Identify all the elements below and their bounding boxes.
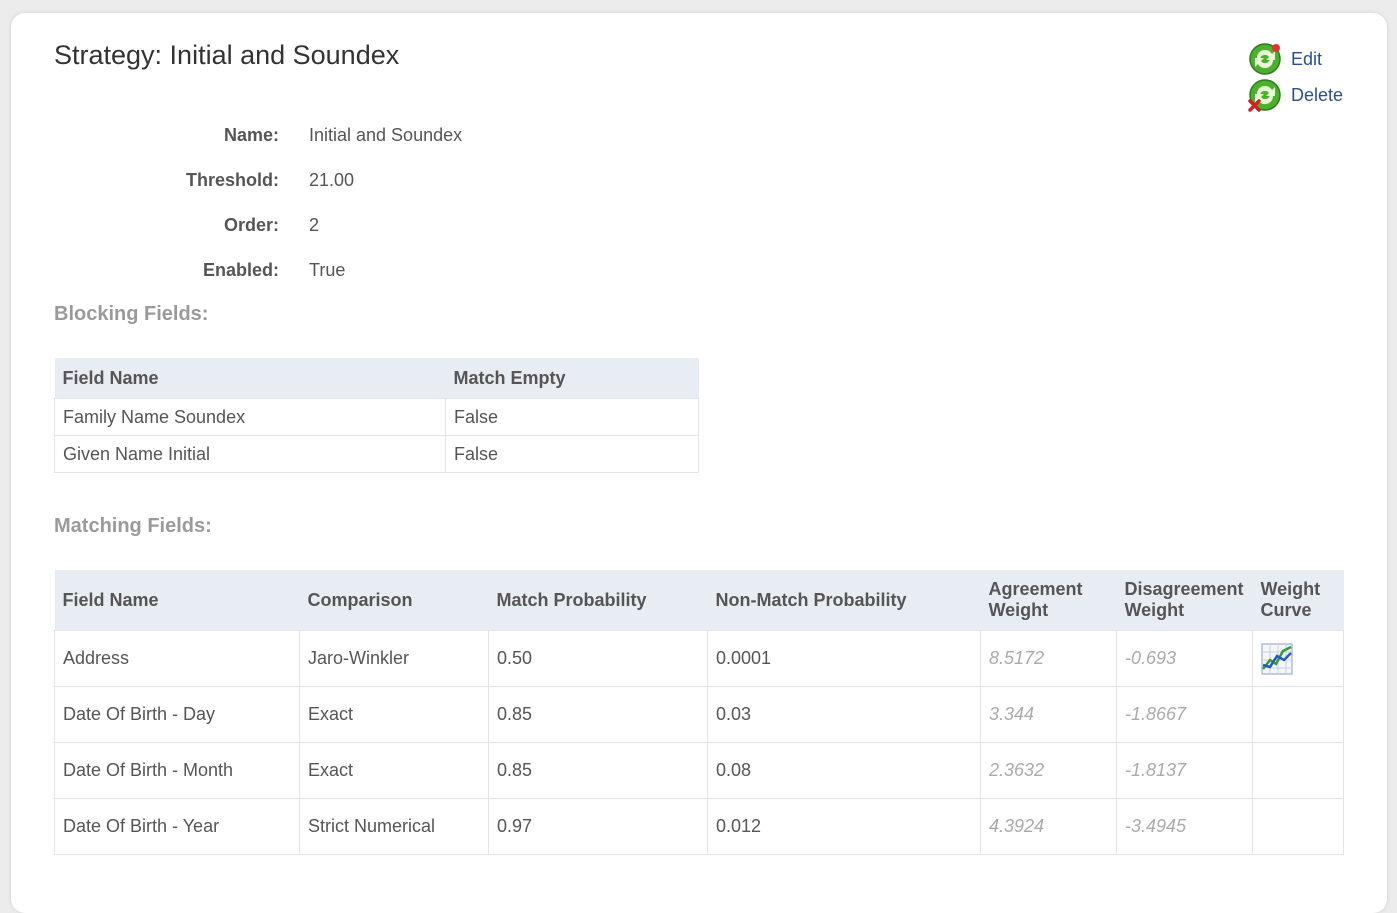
table-header-row: Field Name Match Empty <box>54 358 699 399</box>
column-header-match-probability: Match Probability <box>488 570 708 631</box>
matching-fields-heading: Matching Fields: <box>54 515 212 537</box>
match-probability-cell: 0.97 <box>488 798 708 855</box>
table-header-row: Field Name Comparison Match Probability … <box>54 570 1344 631</box>
column-header-field-name: Field Name <box>54 570 300 631</box>
field-name-cell: Date Of Birth - Month <box>54 742 300 799</box>
blocking-fields-table: Field Name Match Empty Family Name Sound… <box>54 358 699 473</box>
match-probability-cell: 0.85 <box>488 742 708 799</box>
non-match-probability-cell: 0.08 <box>707 742 981 799</box>
page-title: Strategy: Initial and Soundex <box>54 40 400 70</box>
non-match-probability-cell: 0.012 <box>707 798 981 855</box>
agreement-weight-cell: 8.5172 <box>980 630 1117 687</box>
matching-fields-table: Field Name Comparison Match Probability … <box>54 570 1344 855</box>
comparison-cell: Exact <box>299 686 489 743</box>
column-header-field-name: Field Name <box>54 358 446 399</box>
detail-label: Order: <box>223 215 279 235</box>
comparison-cell: Exact <box>299 742 489 799</box>
column-header-weight-curve: Weight Curve <box>1252 570 1344 631</box>
comparison-cell: Strict Numerical <box>299 798 489 855</box>
field-name-cell: Family Name Soundex <box>54 398 446 436</box>
match-probability-cell: 0.50 <box>488 630 708 687</box>
detail-label: Threshold: <box>186 170 279 190</box>
edit-link[interactable]: Edit <box>1248 41 1343 77</box>
detail-label: Enabled: <box>202 260 279 280</box>
header-line: Weight <box>988 600 1049 620</box>
column-header-agreement-weight: Agreement Weight <box>980 570 1117 631</box>
edit-label: Edit <box>1291 48 1323 69</box>
non-match-probability-cell: 0.03 <box>707 686 981 743</box>
table-row: Family Name Soundex False <box>54 398 699 436</box>
column-header-comparison: Comparison <box>299 570 489 631</box>
column-header-match-empty: Match Empty <box>445 358 699 399</box>
delete-label: Delete <box>1291 84 1344 105</box>
agreement-weight-cell: 4.3924 <box>980 798 1117 855</box>
table-row: Date Of Birth - Year Strict Numerical 0.… <box>54 798 1344 855</box>
field-name-cell: Address <box>54 630 300 687</box>
detail-value: 2 <box>309 215 320 235</box>
match-empty-cell: False <box>445 398 699 436</box>
detail-row-threshold: Threshold: 21.00 <box>54 158 462 203</box>
match-probability-cell: 0.85 <box>488 686 708 743</box>
comparison-cell: Jaro-Winkler <box>299 630 489 687</box>
column-header-disagreement-weight: Disagreement Weight <box>1116 570 1253 631</box>
table-row: Given Name Initial False <box>54 435 699 473</box>
detail-row-name: Name: Initial and Soundex <box>54 113 462 158</box>
delete-recycle-icon <box>1248 79 1281 112</box>
table-row: Address Jaro-Winkler 0.50 0.0001 8.5172 … <box>54 630 1344 687</box>
disagreement-weight-cell: -0.693 <box>1116 630 1253 687</box>
detail-label: Name: <box>223 125 279 145</box>
non-match-probability-cell: 0.0001 <box>707 630 981 687</box>
header-line: Agreement <box>988 579 1083 599</box>
blocking-fields-heading: Blocking Fields: <box>54 303 209 325</box>
column-header-non-match-probability: Non-Match Probability <box>707 570 981 631</box>
weight-curve-chart-icon[interactable] <box>1261 643 1293 675</box>
header-line: Weight <box>1260 579 1321 599</box>
weight-curve-cell <box>1252 630 1344 687</box>
detail-value: 21.00 <box>309 170 355 190</box>
field-name-cell: Given Name Initial <box>54 435 446 473</box>
strategy-card: Strategy: Initial and Soundex Edit Delet… <box>11 13 1387 913</box>
table-row: Date Of Birth - Month Exact 0.85 0.08 2.… <box>54 742 1344 799</box>
detail-value: True <box>309 260 346 280</box>
weight-curve-cell <box>1252 742 1344 799</box>
weight-curve-cell <box>1252 686 1344 743</box>
detail-row-order: Order: 2 <box>54 203 462 248</box>
match-empty-cell: False <box>445 435 699 473</box>
delete-link[interactable]: Delete <box>1248 77 1343 113</box>
header-line: Weight <box>1124 600 1185 620</box>
weight-curve-cell <box>1252 798 1344 855</box>
table-row: Date Of Birth - Day Exact 0.85 0.03 3.34… <box>54 686 1344 743</box>
strategy-details: Name: Initial and Soundex Threshold: 21.… <box>54 113 462 293</box>
agreement-weight-cell: 3.344 <box>980 686 1117 743</box>
disagreement-weight-cell: -1.8667 <box>1116 686 1253 743</box>
detail-row-enabled: Enabled: True <box>54 248 462 293</box>
disagreement-weight-cell: -1.8137 <box>1116 742 1253 799</box>
disagreement-weight-cell: -3.4945 <box>1116 798 1253 855</box>
header-line: Disagreement <box>1124 579 1244 599</box>
agreement-weight-cell: 2.3632 <box>980 742 1117 799</box>
field-name-cell: Date Of Birth - Year <box>54 798 300 855</box>
detail-value: Initial and Soundex <box>309 125 463 145</box>
edit-recycle-icon <box>1249 43 1281 75</box>
field-name-cell: Date Of Birth - Day <box>54 686 300 743</box>
header-line: Curve <box>1260 600 1312 620</box>
action-links: Edit Delete <box>1248 41 1343 113</box>
